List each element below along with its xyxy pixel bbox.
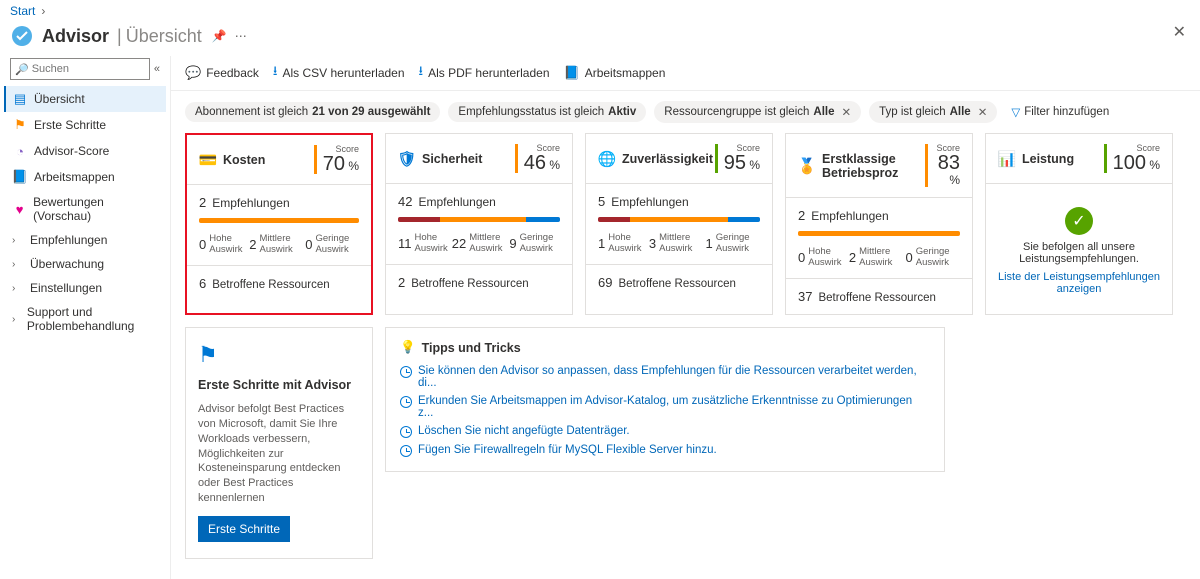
- tip-item[interactable]: Erkunden Sie Arbeitsmappen im Advisor-Ka…: [400, 395, 930, 419]
- score-cards-row: 💳Kosten Score70 % 2Empfehlungen 0Hohe Au…: [171, 133, 1200, 315]
- filter-subscription[interactable]: Abonnement ist gleich 21 von 29 ausgewäh…: [185, 102, 440, 122]
- download-pdf-button[interactable]: ⭳Als PDF herunterladen: [419, 62, 550, 84]
- chevron-right-icon: ›: [41, 4, 45, 18]
- trophy-icon: 🏅: [798, 157, 816, 175]
- sidebar-item-label: Empfehlungen: [30, 233, 107, 247]
- tip-item[interactable]: Sie können den Advisor so anpassen, dass…: [400, 365, 930, 389]
- collapse-sidebar-icon[interactable]: «: [154, 63, 160, 75]
- perf-link[interactable]: Liste der Leistungsempfehlungen anzeigen: [996, 271, 1162, 295]
- tip-item[interactable]: Löschen Sie nicht angefügte Datenträger.: [400, 425, 930, 438]
- card-security[interactable]: 🛡Sicherheit Score46 % 42Empfehlungen 11H…: [385, 133, 573, 315]
- page-title: Advisor: [42, 26, 109, 47]
- sidebar-item-support[interactable]: › Support und Problembehandlung: [4, 300, 166, 338]
- sidebar-item-getting-started[interactable]: ⚑ Erste Schritte: [4, 112, 166, 138]
- main-content: 💬Feedback ⭳Als CSV herunterladen ⭳Als PD…: [170, 56, 1200, 579]
- shield-icon: 🛡: [398, 150, 416, 168]
- download-icon: ⭳: [273, 62, 278, 84]
- more-icon[interactable]: ⋯: [235, 29, 248, 43]
- workbook-icon: 📘: [564, 65, 580, 81]
- tip-item[interactable]: Fügen Sie Firewallregeln für MySQL Flexi…: [400, 444, 930, 457]
- sidebar-item-assessments[interactable]: ♥ Bewertungen (Vorschau): [4, 190, 166, 228]
- funnel-icon: ▽: [1011, 105, 1020, 119]
- card-performance[interactable]: 📊Leistung Score100 % ✓ Sie befolgen all …: [985, 133, 1173, 315]
- perf-message: Sie befolgen all unsere Leistungsempfehl…: [996, 241, 1162, 265]
- workbook-icon: 📘: [12, 169, 28, 185]
- search-input[interactable]: [32, 63, 145, 75]
- score-icon: ◔: [12, 143, 28, 159]
- add-filter-button[interactable]: ▽Filter hinzufügen: [1005, 101, 1115, 123]
- feedback-icon: 💬: [185, 65, 201, 81]
- feedback-button[interactable]: 💬Feedback: [185, 65, 259, 81]
- download-icon: ⭳: [419, 62, 424, 84]
- filter-resourcegroup[interactable]: Ressourcengruppe ist gleich Alle✕: [654, 101, 861, 123]
- filter-status[interactable]: Empfehlungsstatus ist gleich Aktiv: [448, 102, 646, 122]
- remove-filter-icon[interactable]: ✕: [978, 105, 988, 119]
- sidebar-item-recommendations[interactable]: › Empfehlungen: [4, 228, 166, 252]
- impact-bar: [199, 218, 359, 223]
- search-input-wrapper[interactable]: 🔎: [10, 58, 150, 80]
- page-subtitle: Übersicht: [126, 26, 202, 47]
- sidebar: 🔎 « ▤ Übersicht ⚑ Erste Schritte ◔ Advisor-…: [0, 56, 170, 579]
- close-icon[interactable]: ✕: [1173, 22, 1186, 42]
- breadcrumb: Start ›: [0, 0, 1200, 22]
- advisor-logo-icon: [10, 24, 34, 48]
- chevron-right-icon: ›: [12, 314, 21, 325]
- chevron-right-icon: ›: [12, 259, 24, 270]
- score-block: Score70 %: [314, 145, 359, 174]
- chevron-right-icon: ›: [12, 235, 24, 246]
- filter-bar: Abonnement ist gleich 21 von 29 ausgewäh…: [171, 91, 1200, 133]
- getting-started-button[interactable]: Erste Schritte: [198, 516, 290, 542]
- pin-icon[interactable]: 📌: [212, 29, 227, 43]
- remove-filter-icon[interactable]: ✕: [841, 105, 851, 119]
- sidebar-item-label: Erste Schritte: [34, 118, 106, 132]
- clock-icon: [400, 396, 412, 408]
- gs-title: Erste Schritte mit Advisor: [198, 378, 360, 392]
- card-reliability[interactable]: 🌐Zuverlässigkeit Score95 % 5Empfehlungen…: [585, 133, 773, 315]
- breadcrumb-start[interactable]: Start: [10, 4, 35, 18]
- sidebar-item-score[interactable]: ◔ Advisor-Score: [4, 138, 166, 164]
- flag-icon: ⚑: [12, 117, 28, 133]
- sidebar-item-label: Einstellungen: [30, 281, 102, 295]
- card-cost[interactable]: 💳Kosten Score70 % 2Empfehlungen 0Hohe Au…: [185, 133, 373, 315]
- sidebar-item-label: Übersicht: [34, 92, 85, 106]
- heart-icon: ♥: [12, 201, 27, 217]
- clock-icon: [400, 426, 412, 438]
- page-header: Advisor | Übersicht 📌 ⋯ ✕: [0, 22, 1200, 56]
- sidebar-item-label: Bewertungen (Vorschau): [33, 195, 158, 223]
- gs-description: Advisor befolgt Best Practices von Micro…: [198, 402, 360, 506]
- clock-icon: [400, 366, 412, 378]
- workbooks-button[interactable]: 📘Arbeitsmappen: [564, 65, 666, 81]
- check-circle-icon: ✓: [1065, 207, 1093, 235]
- sidebar-item-overview[interactable]: ▤ Übersicht: [4, 86, 166, 112]
- chart-icon: 📊: [998, 150, 1016, 168]
- tips-card: 💡Tipps und Tricks Sie können den Advisor…: [385, 327, 945, 472]
- sidebar-item-label: Support und Problembehandlung: [27, 305, 158, 333]
- clock-icon: [400, 445, 412, 457]
- getting-started-card: ⚑ Erste Schritte mit Advisor Advisor bef…: [185, 327, 373, 559]
- lightbulb-icon: 💡: [400, 340, 416, 355]
- sidebar-item-label: Arbeitsmappen: [34, 170, 115, 184]
- overview-icon: ▤: [12, 91, 28, 107]
- sidebar-item-label: Überwachung: [30, 257, 104, 271]
- search-icon: 🔎: [15, 63, 29, 76]
- card-opex[interactable]: 🏅Erstklassige Betriebsproz Score83 % 2Em…: [785, 133, 973, 315]
- globe-icon: 🌐: [598, 150, 616, 168]
- filter-type[interactable]: Typ ist gleich Alle✕: [869, 101, 997, 123]
- sidebar-item-label: Advisor-Score: [34, 144, 109, 158]
- sidebar-item-settings[interactable]: › Einstellungen: [4, 276, 166, 300]
- cost-icon: 💳: [199, 151, 217, 169]
- flag-icon: ⚑: [198, 342, 360, 368]
- toolbar: 💬Feedback ⭳Als CSV herunterladen ⭳Als PD…: [171, 56, 1200, 91]
- download-csv-button[interactable]: ⭳Als CSV herunterladen: [273, 62, 405, 84]
- sidebar-item-workbooks[interactable]: 📘 Arbeitsmappen: [4, 164, 166, 190]
- sidebar-item-monitoring[interactable]: › Überwachung: [4, 252, 166, 276]
- chevron-right-icon: ›: [12, 283, 24, 294]
